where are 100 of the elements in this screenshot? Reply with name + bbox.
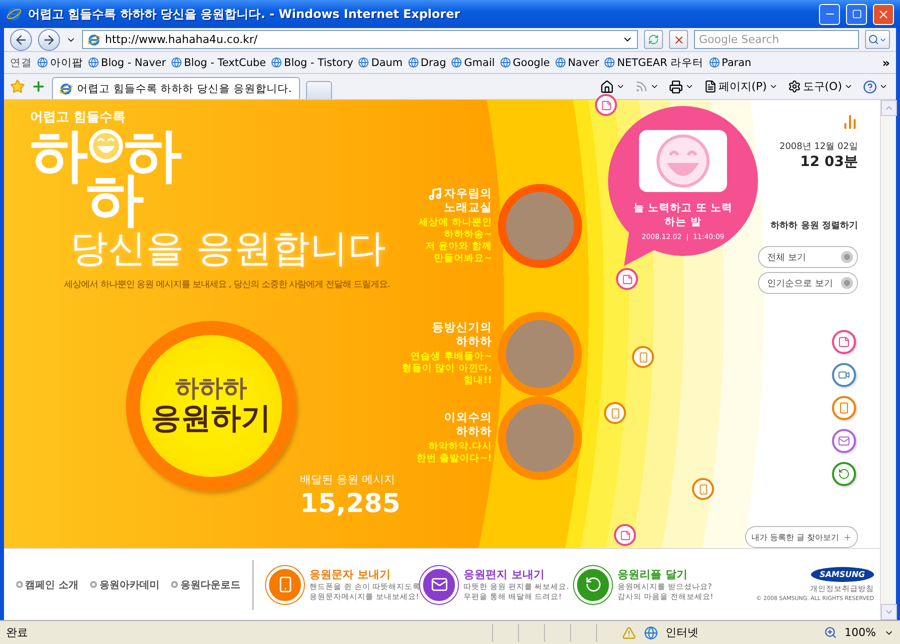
new-tab-button[interactable] xyxy=(306,81,332,99)
close-button[interactable] xyxy=(873,4,894,24)
globe-icon xyxy=(408,57,419,68)
circular-arrow-icon xyxy=(838,468,850,480)
add-favorite-icon[interactable] xyxy=(31,79,46,94)
forward-arrow-icon xyxy=(42,32,56,46)
globe-icon xyxy=(271,57,282,68)
browser-logo-icon xyxy=(87,32,101,46)
browser-logo-icon xyxy=(6,6,22,22)
help-icon xyxy=(863,80,877,94)
plus-icon xyxy=(843,532,852,542)
feature-button[interactable] xyxy=(574,566,612,604)
favorites-star-icon[interactable] xyxy=(10,79,25,94)
window-title: 어렵고 힘들수록 하하하 당신을 응원합니다. - Windows Internet Explorer xyxy=(28,6,461,22)
home-icon xyxy=(600,80,614,94)
celebrity-message: 연습생 후배들아~ 형들이 많이 아낀다. 힘내!! xyxy=(402,350,492,387)
favorite-link[interactable]: 아이팝 xyxy=(37,56,83,70)
tagline: 어렵고 힘들수록 xyxy=(30,109,126,126)
globe-icon xyxy=(500,57,511,68)
phone-pin[interactable] xyxy=(604,402,626,424)
sort-button[interactable]: 전체 보기 xyxy=(758,246,858,268)
back-button[interactable] xyxy=(10,28,32,50)
envelope-icon xyxy=(430,576,448,593)
phone-pin[interactable] xyxy=(632,346,654,368)
zoom-icon[interactable] xyxy=(824,626,837,639)
maximize-button[interactable] xyxy=(846,4,867,24)
tools-menu[interactable]: 도구(O) xyxy=(786,79,855,94)
favorite-link[interactable]: Google xyxy=(500,56,550,68)
stop-button[interactable] xyxy=(669,30,688,49)
globe-icon xyxy=(451,57,462,68)
favorite-link[interactable]: Paran xyxy=(708,56,752,68)
browser-tab[interactable]: 어렵고 힘들수록 하하하 당신을 응원합니다. xyxy=(52,77,300,99)
browser-logo-icon xyxy=(59,82,73,96)
cheer-button[interactable]: 하하하 응원하기 xyxy=(126,320,296,491)
celebrity-message: 세상에 하나뿐인 하하하송~ 저 윤아와 함께 만들어봐요~ xyxy=(418,217,492,265)
globe-icon xyxy=(708,57,720,68)
footer-link[interactable]: 응원아카데미 xyxy=(90,578,160,592)
favorite-link[interactable]: Naver xyxy=(554,56,600,68)
feature-button[interactable] xyxy=(420,566,458,604)
radio-dot-icon xyxy=(841,277,853,289)
scroll-up-button[interactable] xyxy=(881,100,897,116)
feature-title[interactable]: 응원편지 보내기 xyxy=(463,566,570,582)
zoom-level[interactable]: 100% xyxy=(844,626,876,639)
search-button[interactable] xyxy=(865,30,890,49)
cheer-message: 늘 노력하고 또 노력 하는 발 xyxy=(634,202,732,230)
headline: 당신을 응원합니다 xyxy=(70,228,386,270)
feature-button[interactable] xyxy=(266,566,304,604)
globe-icon xyxy=(644,626,658,640)
globe-icon xyxy=(554,57,566,68)
music-note-icon xyxy=(428,187,442,202)
favorite-link[interactable]: Blog - TextCube xyxy=(170,56,266,68)
refresh-button[interactable] xyxy=(644,30,663,49)
counter-label: 배달된 응원 메시지 xyxy=(300,472,396,487)
feature-title[interactable]: 응원리플 달기 xyxy=(617,566,714,582)
scrollbar[interactable] xyxy=(880,100,896,620)
favorite-link[interactable]: Daum xyxy=(358,56,403,68)
status-text: 완료 xyxy=(6,625,28,640)
globe-icon xyxy=(358,57,370,68)
warning-icon[interactable] xyxy=(622,626,636,640)
video-camera-icon xyxy=(838,369,850,381)
globe-icon xyxy=(88,57,99,68)
circular-arrow-icon xyxy=(584,576,602,593)
favorite-link[interactable]: Drag xyxy=(408,56,446,68)
sort-button[interactable]: 인기순으로 보기 xyxy=(758,272,858,294)
phone-icon xyxy=(638,352,648,362)
minimize-button[interactable] xyxy=(819,4,840,24)
sort-title: 하하하 응원 정렬하기 xyxy=(770,220,858,232)
security-zone: 인터넷 xyxy=(666,625,700,640)
bullet-icon xyxy=(171,581,178,588)
more-links-button[interactable]: » xyxy=(882,56,890,70)
phone-icon xyxy=(698,484,708,494)
phone-pin[interactable] xyxy=(692,478,714,500)
my-posts-button[interactable]: 내가 등록한 글 찾아보기 xyxy=(745,526,858,548)
search-field[interactable]: Google Search xyxy=(694,30,859,49)
counter-value: 15,285 xyxy=(300,488,400,519)
favorite-link[interactable]: Gmail xyxy=(451,56,495,68)
smiley-face-icon xyxy=(88,128,124,164)
favorite-link[interactable]: Blog - Naver xyxy=(88,56,166,68)
footer-link[interactable]: 캠페인 소개 xyxy=(16,578,78,592)
favorite-link[interactable]: NETGEAR 라우터 xyxy=(604,56,704,70)
forward-button[interactable] xyxy=(38,28,60,50)
stop-icon xyxy=(672,34,684,46)
bar-chart-icon[interactable] xyxy=(842,114,858,130)
celebrity-message: 하악하악.다시 한번 출발이다~! xyxy=(416,440,492,465)
links-label: 연결 xyxy=(10,56,32,70)
printer-icon xyxy=(668,80,683,94)
scroll-down-button[interactable] xyxy=(881,604,897,620)
logo-syllable: 하 xyxy=(30,126,88,184)
phone-icon xyxy=(838,402,850,414)
settings-icon xyxy=(788,80,801,93)
page-menu[interactable]: 페이지(P) xyxy=(702,79,780,94)
footer-link[interactable]: 응원다운로드 xyxy=(171,578,240,592)
phone-icon xyxy=(610,408,620,418)
address-field[interactable]: http://www.hahaha4u.co.kr/ xyxy=(82,30,638,49)
radio-dot-icon xyxy=(841,251,853,263)
globe-icon xyxy=(37,57,48,68)
brand-logo[interactable]: SAMSUNG xyxy=(810,567,874,582)
favorite-link[interactable]: Blog - Tistory xyxy=(271,56,354,68)
bullet-icon xyxy=(16,581,23,588)
bullet-icon xyxy=(90,581,98,588)
